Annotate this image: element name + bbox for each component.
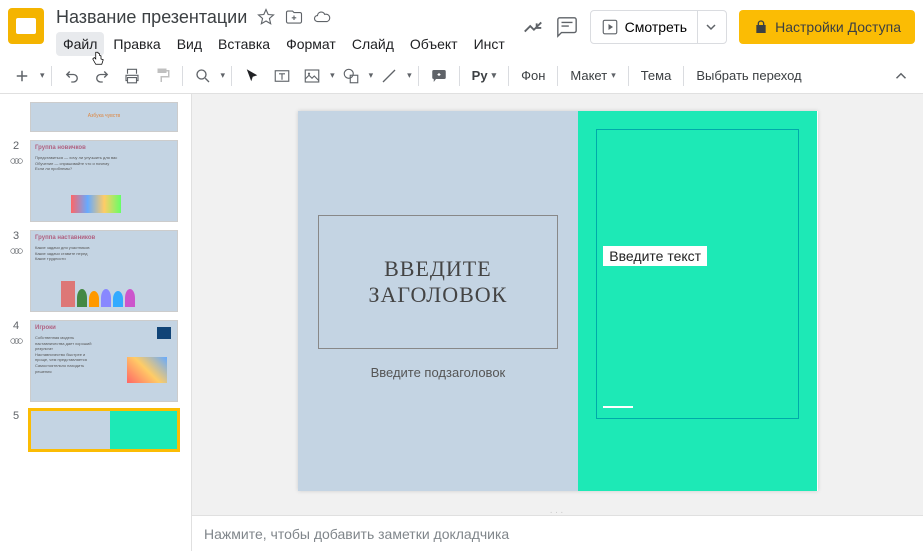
slide-thumb-5[interactable]: 5 (0, 406, 191, 454)
menu-tools[interactable]: Инст (467, 32, 512, 56)
slide-thumb-3[interactable]: 3 Группа наставников Какие задачи для уч… (0, 226, 191, 316)
menu-file[interactable]: Файл (56, 32, 104, 56)
shape-dropdown[interactable]: ▾ (369, 70, 374, 81)
header-actions: Смотреть Настройки Доступа (522, 6, 915, 44)
current-slide[interactable]: Введите заголовок Введите подзаголовок В… (298, 111, 818, 491)
slide-right-panel: Введите текст (578, 111, 817, 491)
canvas-wrap: Введите заголовок Введите подзаголовок В… (192, 94, 923, 551)
layout-button[interactable]: Макет▾ (564, 64, 621, 87)
app-header: Название презентации Файл Правка Вид Вст… (0, 0, 923, 58)
chevron-down-icon (706, 22, 716, 32)
comment-tool[interactable] (425, 62, 453, 90)
slide-thumb-2[interactable]: 2 Группа новичков Представиться — хочу л… (0, 136, 191, 226)
animation-icon (9, 154, 23, 168)
textbox-tool[interactable] (268, 62, 296, 90)
zoom-dropdown[interactable]: ▾ (221, 70, 226, 81)
title-placeholder[interactable]: Введите заголовок (318, 215, 559, 349)
undo-button[interactable] (58, 62, 86, 90)
present-button[interactable]: Смотреть (590, 10, 727, 44)
toolbar: ▾ ▾ ▾ ▾ ▾ Рy▾ Фон Макет▾ Тема Выбрать пе… (0, 58, 923, 94)
slide-number: 2 (13, 140, 19, 152)
subtitle-placeholder[interactable]: Введите подзаголовок (318, 359, 559, 386)
present-dropdown[interactable] (697, 10, 716, 44)
notes-placeholder: Нажмите, чтобы добавить заметки докладчи… (204, 526, 509, 542)
line-dropdown[interactable]: ▾ (407, 70, 412, 81)
theme-button[interactable]: Тема (635, 64, 678, 87)
slide-panel[interactable]: Азбука чувств 2 Группа новичков Представ… (0, 94, 192, 551)
redo-button[interactable] (88, 62, 116, 90)
slide-thumb-4[interactable]: 4 Игроки Собственная модельнаставничеств… (0, 316, 191, 406)
text-placeholder-box[interactable]: Введите текст (596, 129, 799, 419)
lock-icon (753, 19, 769, 35)
select-tool[interactable] (238, 62, 266, 90)
play-icon (601, 18, 619, 36)
image-dropdown[interactable]: ▾ (330, 70, 335, 81)
image-tool[interactable] (298, 62, 326, 90)
star-icon[interactable] (257, 8, 275, 26)
slide-left-panel: Введите заголовок Введите подзаголовок (298, 111, 579, 491)
line-tool[interactable] (375, 62, 403, 90)
move-folder-icon[interactable] (285, 8, 303, 26)
main-menu: Файл Правка Вид Вставка Формат Слайд Объ… (56, 32, 522, 56)
history-icon[interactable] (522, 16, 544, 38)
print-button[interactable] (118, 62, 146, 90)
slide-canvas[interactable]: Введите заголовок Введите подзаголовок В… (192, 94, 923, 507)
new-slide-button[interactable] (8, 62, 36, 90)
menu-view[interactable]: Вид (170, 32, 209, 56)
animation-icon (9, 334, 23, 348)
slide-number: 3 (13, 230, 19, 242)
main-layout: Азбука чувств 2 Группа новичков Представ… (0, 94, 923, 551)
paint-format-button[interactable] (148, 62, 176, 90)
app-logo[interactable] (8, 8, 44, 44)
present-label: Смотреть (625, 19, 687, 35)
zoom-button[interactable] (189, 62, 217, 90)
thumb-title: Группа наставников (31, 231, 177, 245)
menu-slide[interactable]: Слайд (345, 32, 401, 56)
menu-object[interactable]: Объект (403, 32, 465, 56)
menu-insert[interactable]: Вставка (211, 32, 277, 56)
script-button[interactable]: Рy▾ (466, 64, 502, 87)
text-placeholder[interactable]: Введите текст (603, 246, 707, 266)
slide-thumb-1[interactable]: Азбука чувств (0, 98, 191, 136)
slide-number: 4 (13, 320, 19, 332)
document-title[interactable]: Название презентации (56, 7, 247, 28)
transition-button[interactable]: Выбрать переход (690, 64, 807, 87)
menu-edit[interactable]: Правка (106, 32, 167, 56)
shape-tool[interactable] (337, 62, 365, 90)
background-button[interactable]: Фон (515, 64, 551, 87)
speaker-notes[interactable]: Нажмите, чтобы добавить заметки докладчи… (192, 515, 923, 551)
slide-number: 5 (13, 410, 19, 422)
collapse-toolbar-button[interactable] (887, 62, 915, 90)
title-area: Название презентации Файл Правка Вид Вст… (56, 6, 522, 56)
share-button[interactable]: Настройки Доступа (739, 10, 915, 44)
cloud-status-icon[interactable] (313, 8, 331, 26)
notes-drag-handle[interactable]: ··· (192, 507, 923, 515)
share-label: Настройки Доступа (775, 19, 901, 35)
thumb-title: Игроки (31, 321, 177, 335)
new-slide-dropdown[interactable]: ▾ (40, 70, 45, 81)
comment-icon[interactable] (556, 16, 578, 38)
menu-format[interactable]: Формат (279, 32, 343, 56)
animation-icon (9, 244, 23, 258)
thumb-title: Группа новичков (31, 141, 177, 155)
decor-line (603, 406, 633, 408)
